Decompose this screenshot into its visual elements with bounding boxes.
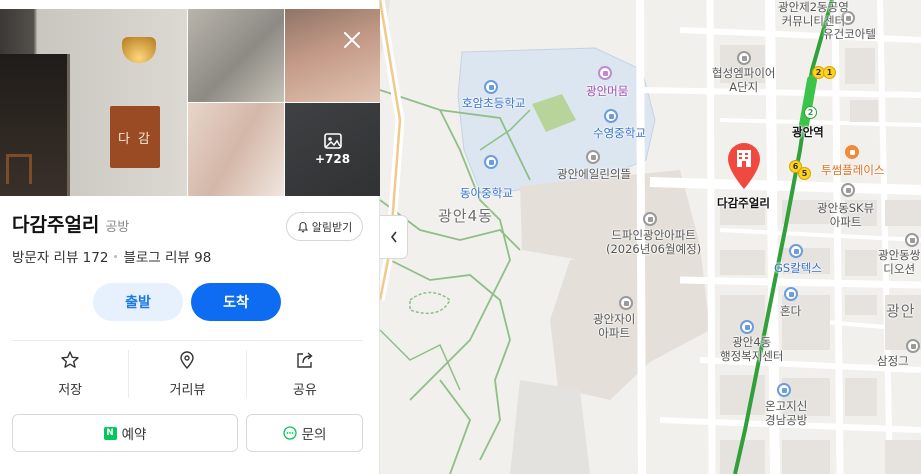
photo-gallery[interactable]: 다 감 +728 <box>0 9 380 196</box>
map-label-yugeon[interactable]: 유건코아텔 <box>823 26 876 42</box>
map-label-samjeong[interactable]: 삼정그 <box>877 353 909 369</box>
map-label-ongoji[interactable]: 온고지신 경남공방 <box>765 399 807 427</box>
map-label-gwangan4-district: 광안4동 <box>438 207 493 225</box>
place-name: 다감주얼리 <box>12 214 100 236</box>
lamp-illustration <box>122 37 156 63</box>
notify-label: 알림받기 <box>311 220 353 234</box>
building-icon[interactable] <box>737 51 751 65</box>
notify-button[interactable]: 알림받기 <box>286 212 363 241</box>
share-label: 공유 <box>292 383 317 398</box>
building-icon[interactable] <box>906 339 920 353</box>
jewelry-marker-icon <box>728 143 760 189</box>
photo-thumb-more[interactable]: +728 <box>285 103 380 196</box>
photo-thumb-1[interactable] <box>188 9 284 102</box>
naver-booking-icon: N <box>103 426 117 440</box>
divider <box>12 340 363 341</box>
map-label-gs-caltex[interactable]: GS칼텍스 <box>774 260 822 276</box>
app-root: 광안제2동공영 커뮤니티센터 유건코아텔 협성엠파이어 A단지 광안머뭄 호암초… <box>0 0 921 474</box>
map-label-gwangan-station[interactable]: 광안역 <box>792 124 824 140</box>
location-pin-icon <box>180 351 195 370</box>
place-info-panel: 다 감 +728 다감주얼리 공방 알림받기 방문자 리뷰 172 블로그 리뷰… <box>0 0 380 474</box>
map-label-community-center[interactable]: 광안제2동공영 커뮤니티센터 <box>778 0 849 28</box>
share-icon <box>297 352 313 368</box>
share-button[interactable]: 공유 <box>245 350 363 398</box>
map-label-gwangan-right: 광안 <box>886 302 916 320</box>
separator-dot <box>114 254 118 258</box>
map-label-dongah-middle[interactable]: 동아중학교 <box>460 185 513 201</box>
action-bar: 저장 거리뷰 공유 <box>12 350 363 402</box>
school-icon[interactable] <box>484 80 498 94</box>
save-button[interactable]: 저장 <box>12 350 128 398</box>
hotel-icon[interactable] <box>598 66 612 80</box>
place-category: 공방 <box>105 220 130 235</box>
building-icon[interactable] <box>643 212 657 226</box>
streetview-button[interactable]: 거리뷰 <box>128 350 245 398</box>
map-label-hyupsung[interactable]: 협성엠파이어 A단지 <box>712 66 775 94</box>
save-label: 저장 <box>58 383 83 398</box>
map-label-honda[interactable]: 혼다 <box>780 303 801 319</box>
map-label-twosome[interactable]: 투썸플레이스 <box>821 162 884 178</box>
workshop-icon[interactable] <box>777 383 791 397</box>
close-icon[interactable] <box>340 28 364 52</box>
streetview-label: 거리뷰 <box>169 383 206 398</box>
review-summary: 방문자 리뷰 172 블로그 리뷰 98 <box>12 246 211 266</box>
inquiry-button[interactable]: 문의 <box>246 414 363 452</box>
map-label-gwangan-elim[interactable]: 광안에일린의뜰 <box>557 166 631 182</box>
chat-icon <box>282 426 297 440</box>
depart-button[interactable]: 출발 <box>93 283 183 321</box>
subway-line-5-icon[interactable]: 5 <box>798 167 811 180</box>
shop-sign: 다 감 <box>110 106 160 168</box>
school-icon[interactable] <box>604 109 618 123</box>
map-label-gwangan-meoreum[interactable]: 광안머뭄 <box>586 83 628 99</box>
reserve-label: 예약 <box>121 427 147 443</box>
selected-place-marker[interactable] <box>724 141 764 191</box>
map-label-gwangan-zai[interactable]: 광안자이 아파트 <box>593 312 635 340</box>
gas-station-icon[interactable] <box>789 244 803 258</box>
car-dealer-icon[interactable] <box>784 287 798 301</box>
photo-count: +728 <box>314 152 351 166</box>
building-icon[interactable] <box>619 296 633 310</box>
building-icon[interactable] <box>586 150 600 164</box>
visitor-reviews-link[interactable]: 방문자 리뷰 172 <box>12 246 108 266</box>
photo-main[interactable]: 다 감 <box>0 9 187 196</box>
photo-thumb-2[interactable] <box>285 9 380 102</box>
school-icon[interactable] <box>484 155 498 169</box>
map-label-suyeong-middle[interactable]: 수영중학교 <box>593 125 646 141</box>
blog-reviews-link[interactable]: 블로그 리뷰 98 <box>123 246 211 266</box>
building-icon[interactable] <box>905 233 919 247</box>
cafe-icon[interactable] <box>845 145 859 159</box>
star-icon <box>61 351 79 368</box>
map-label-hoam[interactable]: 호암초등학교 <box>462 95 525 111</box>
photo-thumb-3[interactable] <box>188 103 284 196</box>
subway-line-1-icon[interactable]: 1 <box>823 66 836 79</box>
building-icon[interactable] <box>841 183 855 197</box>
panel-collapse-button[interactable] <box>380 215 408 259</box>
map-label-skview[interactable]: 광안동SK뷰 아파트 <box>817 201 874 229</box>
map-view[interactable]: 광안제2동공영 커뮤니티센터 유건코아텔 협성엠파이어 A단지 광안머뭄 호암초… <box>380 0 921 474</box>
place-title: 다감주얼리 공방 <box>12 210 129 237</box>
map-label-admin-center[interactable]: 광안4동 행정복지센터 <box>720 335 783 363</box>
map-label-dfine[interactable]: 드파인광안아파트 (2026년06월예정) <box>606 228 701 256</box>
inquiry-label: 문의 <box>301 427 327 443</box>
chevron-left-icon <box>390 231 397 243</box>
map-label-dongssang[interactable]: 광안동쌍 디오션 <box>878 248 920 276</box>
reserve-button[interactable]: N 예약 <box>12 414 238 452</box>
map-label-target-place[interactable]: 다감주얼리 <box>717 195 770 211</box>
subway-station-icon[interactable]: 2 <box>804 106 817 119</box>
bell-icon <box>297 221 308 232</box>
arrive-button[interactable]: 도착 <box>191 283 281 321</box>
image-icon <box>323 133 342 149</box>
government-office-icon[interactable] <box>740 320 754 334</box>
